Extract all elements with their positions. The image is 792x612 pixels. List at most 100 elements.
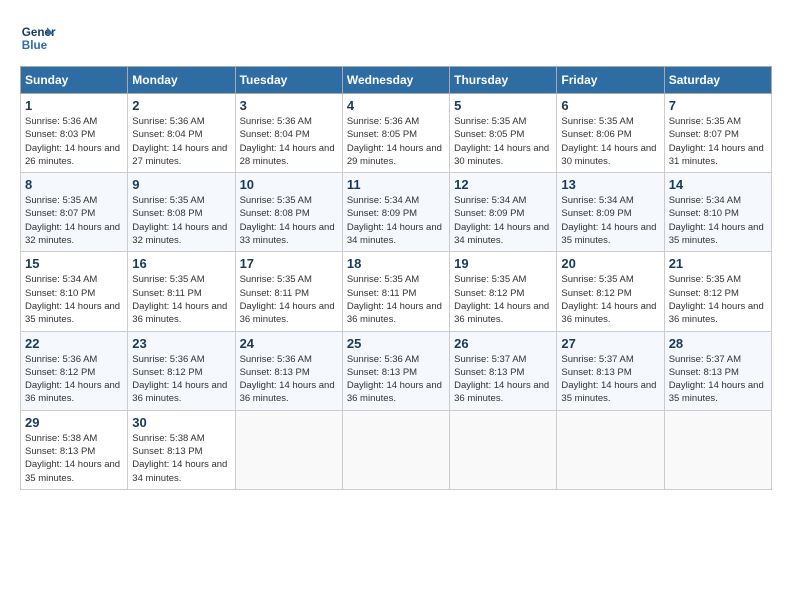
calendar-cell: 18 Sunrise: 5:35 AM Sunset: 8:11 PM Dayl… — [342, 252, 449, 331]
calendar-cell: 15 Sunrise: 5:34 AM Sunset: 8:10 PM Dayl… — [21, 252, 128, 331]
day-number: 3 — [240, 98, 338, 113]
day-info: Sunrise: 5:36 AM Sunset: 8:03 PM Dayligh… — [25, 115, 123, 168]
calendar-cell: 9 Sunrise: 5:35 AM Sunset: 8:08 PM Dayli… — [128, 173, 235, 252]
day-number: 7 — [669, 98, 767, 113]
day-number: 8 — [25, 177, 123, 192]
calendar-cell: 19 Sunrise: 5:35 AM Sunset: 8:12 PM Dayl… — [450, 252, 557, 331]
day-number: 15 — [25, 256, 123, 271]
day-number: 23 — [132, 336, 230, 351]
day-number: 10 — [240, 177, 338, 192]
day-number: 13 — [561, 177, 659, 192]
day-info: Sunrise: 5:35 AM Sunset: 8:11 PM Dayligh… — [347, 273, 445, 326]
day-info: Sunrise: 5:36 AM Sunset: 8:13 PM Dayligh… — [347, 353, 445, 406]
logo: General Blue — [20, 20, 62, 56]
calendar-cell: 27 Sunrise: 5:37 AM Sunset: 8:13 PM Dayl… — [557, 331, 664, 410]
calendar-week-row: 15 Sunrise: 5:34 AM Sunset: 8:10 PM Dayl… — [21, 252, 772, 331]
calendar-week-row: 8 Sunrise: 5:35 AM Sunset: 8:07 PM Dayli… — [21, 173, 772, 252]
day-info: Sunrise: 5:34 AM Sunset: 8:09 PM Dayligh… — [347, 194, 445, 247]
calendar-week-row: 1 Sunrise: 5:36 AM Sunset: 8:03 PM Dayli… — [21, 94, 772, 173]
day-of-week-header: Friday — [557, 67, 664, 94]
day-info: Sunrise: 5:36 AM Sunset: 8:13 PM Dayligh… — [240, 353, 338, 406]
calendar-week-row: 29 Sunrise: 5:38 AM Sunset: 8:13 PM Dayl… — [21, 410, 772, 489]
calendar-cell: 26 Sunrise: 5:37 AM Sunset: 8:13 PM Dayl… — [450, 331, 557, 410]
calendar-cell: 25 Sunrise: 5:36 AM Sunset: 8:13 PM Dayl… — [342, 331, 449, 410]
day-info: Sunrise: 5:35 AM Sunset: 8:07 PM Dayligh… — [25, 194, 123, 247]
day-number: 9 — [132, 177, 230, 192]
calendar-cell: 2 Sunrise: 5:36 AM Sunset: 8:04 PM Dayli… — [128, 94, 235, 173]
day-info: Sunrise: 5:36 AM Sunset: 8:05 PM Dayligh… — [347, 115, 445, 168]
calendar-cell — [450, 410, 557, 489]
calendar-cell: 28 Sunrise: 5:37 AM Sunset: 8:13 PM Dayl… — [664, 331, 771, 410]
svg-text:Blue: Blue — [22, 39, 48, 52]
day-info: Sunrise: 5:35 AM Sunset: 8:07 PM Dayligh… — [669, 115, 767, 168]
calendar-cell — [342, 410, 449, 489]
day-info: Sunrise: 5:36 AM Sunset: 8:12 PM Dayligh… — [132, 353, 230, 406]
day-info: Sunrise: 5:37 AM Sunset: 8:13 PM Dayligh… — [669, 353, 767, 406]
day-number: 19 — [454, 256, 552, 271]
day-info: Sunrise: 5:36 AM Sunset: 8:12 PM Dayligh… — [25, 353, 123, 406]
day-number: 29 — [25, 415, 123, 430]
day-info: Sunrise: 5:37 AM Sunset: 8:13 PM Dayligh… — [454, 353, 552, 406]
calendar-cell: 7 Sunrise: 5:35 AM Sunset: 8:07 PM Dayli… — [664, 94, 771, 173]
calendar-cell: 3 Sunrise: 5:36 AM Sunset: 8:04 PM Dayli… — [235, 94, 342, 173]
day-info: Sunrise: 5:34 AM Sunset: 8:10 PM Dayligh… — [669, 194, 767, 247]
day-of-week-header: Wednesday — [342, 67, 449, 94]
calendar-cell: 10 Sunrise: 5:35 AM Sunset: 8:08 PM Dayl… — [235, 173, 342, 252]
day-info: Sunrise: 5:35 AM Sunset: 8:05 PM Dayligh… — [454, 115, 552, 168]
day-info: Sunrise: 5:38 AM Sunset: 8:13 PM Dayligh… — [25, 432, 123, 485]
day-number: 12 — [454, 177, 552, 192]
header: General Blue — [20, 20, 772, 56]
calendar-cell: 14 Sunrise: 5:34 AM Sunset: 8:10 PM Dayl… — [664, 173, 771, 252]
day-number: 30 — [132, 415, 230, 430]
calendar-cell: 11 Sunrise: 5:34 AM Sunset: 8:09 PM Dayl… — [342, 173, 449, 252]
calendar-week-row: 22 Sunrise: 5:36 AM Sunset: 8:12 PM Dayl… — [21, 331, 772, 410]
day-info: Sunrise: 5:35 AM Sunset: 8:12 PM Dayligh… — [561, 273, 659, 326]
calendar-cell: 6 Sunrise: 5:35 AM Sunset: 8:06 PM Dayli… — [557, 94, 664, 173]
calendar-cell: 21 Sunrise: 5:35 AM Sunset: 8:12 PM Dayl… — [664, 252, 771, 331]
day-number: 11 — [347, 177, 445, 192]
day-number: 4 — [347, 98, 445, 113]
day-number: 2 — [132, 98, 230, 113]
day-number: 25 — [347, 336, 445, 351]
day-number: 6 — [561, 98, 659, 113]
calendar-cell: 17 Sunrise: 5:35 AM Sunset: 8:11 PM Dayl… — [235, 252, 342, 331]
day-info: Sunrise: 5:34 AM Sunset: 8:10 PM Dayligh… — [25, 273, 123, 326]
day-info: Sunrise: 5:38 AM Sunset: 8:13 PM Dayligh… — [132, 432, 230, 485]
calendar-cell: 8 Sunrise: 5:35 AM Sunset: 8:07 PM Dayli… — [21, 173, 128, 252]
day-number: 5 — [454, 98, 552, 113]
calendar-cell: 29 Sunrise: 5:38 AM Sunset: 8:13 PM Dayl… — [21, 410, 128, 489]
day-of-week-header: Thursday — [450, 67, 557, 94]
day-info: Sunrise: 5:36 AM Sunset: 8:04 PM Dayligh… — [240, 115, 338, 168]
day-info: Sunrise: 5:36 AM Sunset: 8:04 PM Dayligh… — [132, 115, 230, 168]
day-number: 20 — [561, 256, 659, 271]
calendar-cell — [557, 410, 664, 489]
day-info: Sunrise: 5:34 AM Sunset: 8:09 PM Dayligh… — [454, 194, 552, 247]
day-info: Sunrise: 5:35 AM Sunset: 8:12 PM Dayligh… — [669, 273, 767, 326]
calendar-cell — [235, 410, 342, 489]
calendar-header-row: SundayMondayTuesdayWednesdayThursdayFrid… — [21, 67, 772, 94]
day-info: Sunrise: 5:35 AM Sunset: 8:06 PM Dayligh… — [561, 115, 659, 168]
calendar-cell: 4 Sunrise: 5:36 AM Sunset: 8:05 PM Dayli… — [342, 94, 449, 173]
day-info: Sunrise: 5:34 AM Sunset: 8:09 PM Dayligh… — [561, 194, 659, 247]
day-of-week-header: Saturday — [664, 67, 771, 94]
logo-icon: General Blue — [20, 20, 56, 56]
day-number: 24 — [240, 336, 338, 351]
calendar-cell: 24 Sunrise: 5:36 AM Sunset: 8:13 PM Dayl… — [235, 331, 342, 410]
day-number: 1 — [25, 98, 123, 113]
calendar-cell: 12 Sunrise: 5:34 AM Sunset: 8:09 PM Dayl… — [450, 173, 557, 252]
day-info: Sunrise: 5:37 AM Sunset: 8:13 PM Dayligh… — [561, 353, 659, 406]
day-number: 14 — [669, 177, 767, 192]
calendar: SundayMondayTuesdayWednesdayThursdayFrid… — [20, 66, 772, 490]
calendar-cell: 22 Sunrise: 5:36 AM Sunset: 8:12 PM Dayl… — [21, 331, 128, 410]
calendar-cell: 16 Sunrise: 5:35 AM Sunset: 8:11 PM Dayl… — [128, 252, 235, 331]
day-number: 18 — [347, 256, 445, 271]
day-number: 17 — [240, 256, 338, 271]
calendar-cell: 1 Sunrise: 5:36 AM Sunset: 8:03 PM Dayli… — [21, 94, 128, 173]
calendar-cell: 23 Sunrise: 5:36 AM Sunset: 8:12 PM Dayl… — [128, 331, 235, 410]
day-of-week-header: Tuesday — [235, 67, 342, 94]
calendar-cell — [664, 410, 771, 489]
day-number: 22 — [25, 336, 123, 351]
day-info: Sunrise: 5:35 AM Sunset: 8:08 PM Dayligh… — [240, 194, 338, 247]
day-info: Sunrise: 5:35 AM Sunset: 8:11 PM Dayligh… — [132, 273, 230, 326]
day-number: 21 — [669, 256, 767, 271]
